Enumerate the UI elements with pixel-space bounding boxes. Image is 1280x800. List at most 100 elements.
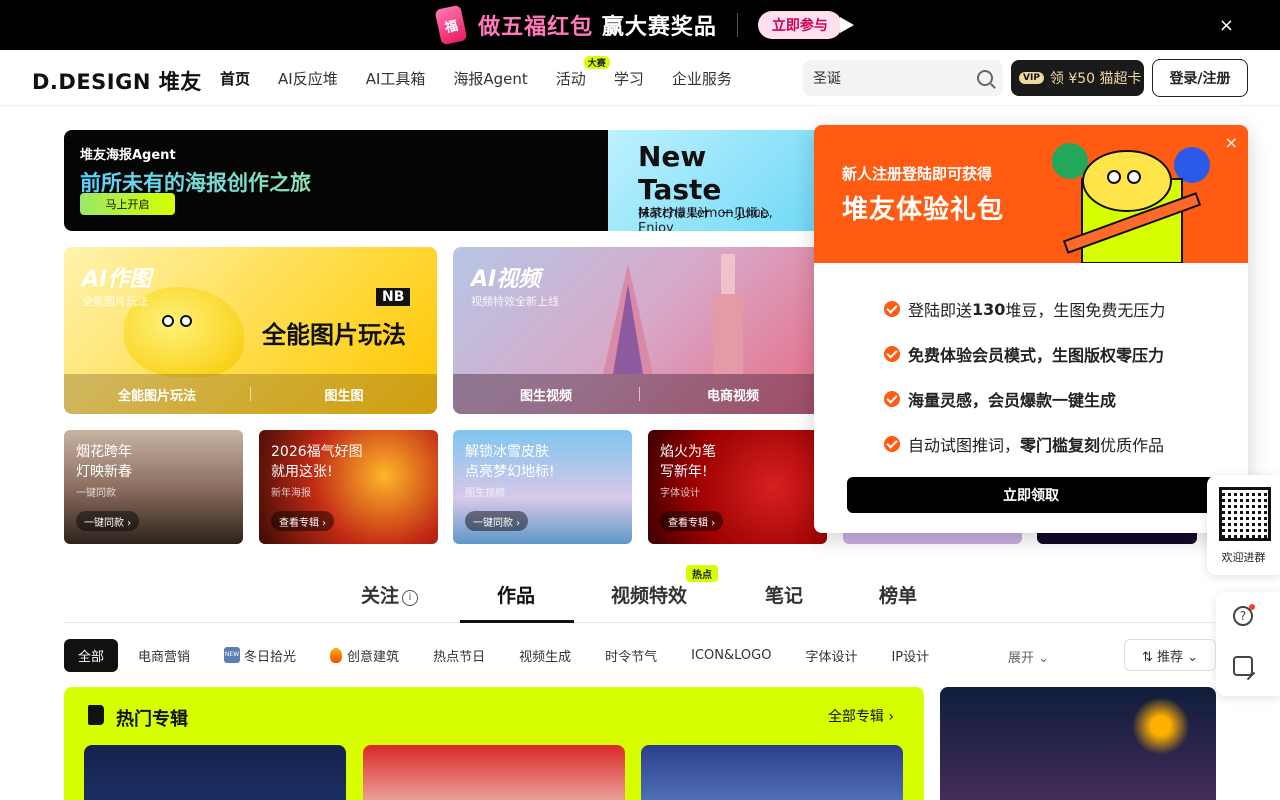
filter-winter[interactable]: NEW 冬日拾光 xyxy=(224,646,296,665)
tab-label: 笔记 xyxy=(765,585,804,607)
view-album-button[interactable]: 查看专辑 › xyxy=(660,511,724,531)
work-card-image[interactable] xyxy=(940,687,1216,800)
hot-albums-title: 热门专辑 xyxy=(116,709,188,730)
info-icon[interactable]: i xyxy=(402,590,419,606)
hero-ad-panel: New Taste Matcha Lemon Juice, Enjoy 抹茶柠檬… xyxy=(608,130,824,231)
claim-now-button[interactable]: 立即领取 xyxy=(847,477,1215,513)
filter-architecture[interactable]: 创意建筑 xyxy=(330,646,399,665)
nav-item-label: 企业服务 xyxy=(671,70,732,88)
link-all-image-play[interactable]: 全能图片玩法 xyxy=(64,385,250,404)
nav-item-learn[interactable]: 学习 xyxy=(614,68,644,89)
login-register-button[interactable]: 登录/注册 xyxy=(1152,59,1248,97)
same-style-button[interactable]: 一键同款 › xyxy=(76,511,140,531)
template-sub: 一键同款 xyxy=(76,488,116,499)
benefit-text: 登陆即送 xyxy=(908,301,973,320)
feature-headline: 全能图片玩法 xyxy=(262,321,406,349)
feature-ai-image[interactable]: AI作图 全能图片玩法 NB 全能图片玩法 全能图片玩法 图生图 xyxy=(64,247,437,414)
mascot-eye xyxy=(162,315,174,327)
filter-all[interactable]: 全部 xyxy=(64,638,119,672)
logo[interactable]: D.DESIGN 堆友 xyxy=(32,66,202,96)
promo-text-pink: 做五福红包 xyxy=(478,15,594,40)
close-icon[interactable]: × xyxy=(1219,15,1234,36)
content-tabs: 关注 i 作品 视频特效 热点 笔记 榜单 xyxy=(64,565,1216,623)
feature-subtitle: 全能图片玩法 xyxy=(82,295,148,308)
tab-video-effects[interactable]: 视频特效 xyxy=(611,581,687,608)
link-image-to-video[interactable]: 图生视频 xyxy=(453,385,639,404)
benefit-bold: 海量灵感，会员爆款一键生成 xyxy=(908,391,1117,410)
tab-notes[interactable]: 笔记 xyxy=(765,581,803,608)
template-line2: 灯映新春 xyxy=(76,464,132,480)
mascot-eye xyxy=(180,315,192,327)
nav-item-label: AI工具箱 xyxy=(365,70,426,88)
hero-small-title: 堆友海报Agent xyxy=(80,148,176,163)
template-line2: 点亮梦幻地标! xyxy=(465,464,555,480)
template-sub: 新年海报 xyxy=(271,488,311,499)
newcomer-gift-popup: 新人注册登陆即可获得 堆友体验礼包 × 登陆即送 130 堆豆，生图免费无压力 免费… xyxy=(814,125,1248,533)
search-input[interactable]: 圣诞 xyxy=(803,60,1003,96)
hero-ad-title: New Taste xyxy=(638,140,722,206)
benefit-text: 自动试图推词， xyxy=(908,436,1021,455)
page-root: 福 做五福红包 赢大赛奖品 立即参与 × D.DESIGN 堆友 首页 AI反应… xyxy=(0,0,1280,800)
album-card[interactable] xyxy=(641,745,903,800)
nav-item-home[interactable]: 首页 xyxy=(217,68,253,89)
nav-item-poster-agent[interactable]: 海报Agent xyxy=(453,68,527,89)
close-icon[interactable]: × xyxy=(1225,133,1238,152)
nav-item-enterprise[interactable]: 企业服务 xyxy=(672,68,732,89)
feedback-edit-icon[interactable] xyxy=(1233,656,1253,676)
top-nav: D.DESIGN 堆友 首页 AI反应堆 AI工具箱 海报Agent 活动 大赛 … xyxy=(0,50,1280,106)
feature-links: 全能图片玩法 图生图 xyxy=(64,374,437,414)
expand-filters-button[interactable]: 展开 ⌄ xyxy=(1008,647,1049,666)
tab-rankings[interactable]: 榜单 xyxy=(879,581,917,608)
view-album-button[interactable]: 查看专辑 › xyxy=(271,511,335,531)
feature-title: AI作图 xyxy=(82,267,152,292)
benefit-item: 自动试图推词， 零门槛复刻 优质作品 xyxy=(884,432,1165,456)
check-icon xyxy=(884,346,900,362)
template-sub: 图生视频 xyxy=(465,488,505,499)
template-card[interactable]: 焰火为笔 写新年! 字体设计 查看专辑 › xyxy=(648,430,827,544)
album-card[interactable] xyxy=(84,745,346,800)
template-sub: 字体设计 xyxy=(660,488,700,499)
tab-works[interactable]: 作品 xyxy=(497,581,536,608)
template-line1: 2026福气好图 xyxy=(271,444,363,460)
benefit-item: 海量灵感，会员爆款一键生成 xyxy=(884,387,1165,411)
hero-banner[interactable]: 堆友海报Agent 前所未有的海报创作之旅 马上开启 New Taste Mat… xyxy=(64,130,824,231)
template-card[interactable]: 烟花跨年 灯映新春 一键同款 一键同款 › xyxy=(64,430,243,544)
link-image-to-image[interactable]: 图生图 xyxy=(251,385,437,404)
filter-ip-design[interactable]: IP设计 xyxy=(891,646,929,665)
nav-item-events[interactable]: 活动 大赛 xyxy=(556,56,610,89)
filter-typography[interactable]: 字体设计 xyxy=(805,646,857,665)
feature-subtitle: 视频特效全新上线 xyxy=(471,295,559,308)
filter-seasons[interactable]: 时令节气 xyxy=(605,646,657,665)
tower-image xyxy=(713,254,743,374)
filter-holidays[interactable]: 热点节日 xyxy=(433,646,485,665)
popup-title: 堆友体验礼包 xyxy=(842,195,1005,225)
feature-ai-video[interactable]: AI视频 视频特效全新上线 图生视频 电商视频 xyxy=(453,247,826,414)
hero-start-button[interactable]: 马上开启 xyxy=(80,193,175,215)
filter-icon-logo[interactable]: ICON&LOGO xyxy=(691,648,771,663)
category-filters: 全部 电商营销 NEW 冬日拾光 创意建筑 热点节日 视频生成 时令节气 ICON… xyxy=(64,638,963,672)
all-albums-link[interactable]: 全部专辑 › xyxy=(828,706,894,726)
promo-banner[interactable]: 福 做五福红包 赢大赛奖品 立即参与 × xyxy=(0,0,1280,50)
same-style-button[interactable]: 一键同款 › xyxy=(465,511,529,531)
vip-coupon-button[interactable]: VIP 领 ¥50 猫超卡 xyxy=(1011,60,1144,96)
filter-ecommerce[interactable]: 电商营销 xyxy=(138,646,190,665)
hot-badge: 热点 xyxy=(686,565,718,582)
join-group-widget[interactable]: 欢迎进群 xyxy=(1207,475,1280,575)
album-card[interactable] xyxy=(363,745,625,800)
nav-item-ai-toolbox[interactable]: AI工具箱 xyxy=(366,68,426,89)
popup-subtitle: 新人注册登陆即可获得 xyxy=(842,165,993,183)
sort-dropdown[interactable]: ⇅ 推荐 ⌄ xyxy=(1124,639,1216,671)
check-icon xyxy=(884,391,900,407)
tab-follow[interactable]: 关注 i xyxy=(361,581,419,608)
benefit-text: 优质作品 xyxy=(1100,436,1165,455)
template-card[interactable]: 解锁冰雪皮肤 点亮梦幻地标! 图生视频 一键同款 › xyxy=(453,430,632,544)
help-icon[interactable]: ? xyxy=(1233,604,1255,626)
link-ecommerce-video[interactable]: 电商视频 xyxy=(640,385,826,404)
filter-video-gen[interactable]: 视频生成 xyxy=(519,646,571,665)
search-icon[interactable] xyxy=(977,70,993,86)
nav-item-ai-reactor[interactable]: AI反应堆 xyxy=(278,68,338,89)
benefit-item: 免费体验会员模式，生图版权零压力 xyxy=(884,342,1165,366)
template-card[interactable]: 2026福气好图 就用这张! 新年海报 查看专辑 › xyxy=(259,430,438,544)
promo-join-button[interactable]: 立即参与 xyxy=(757,11,854,39)
chip-label: 冬日拾光 xyxy=(244,649,297,665)
